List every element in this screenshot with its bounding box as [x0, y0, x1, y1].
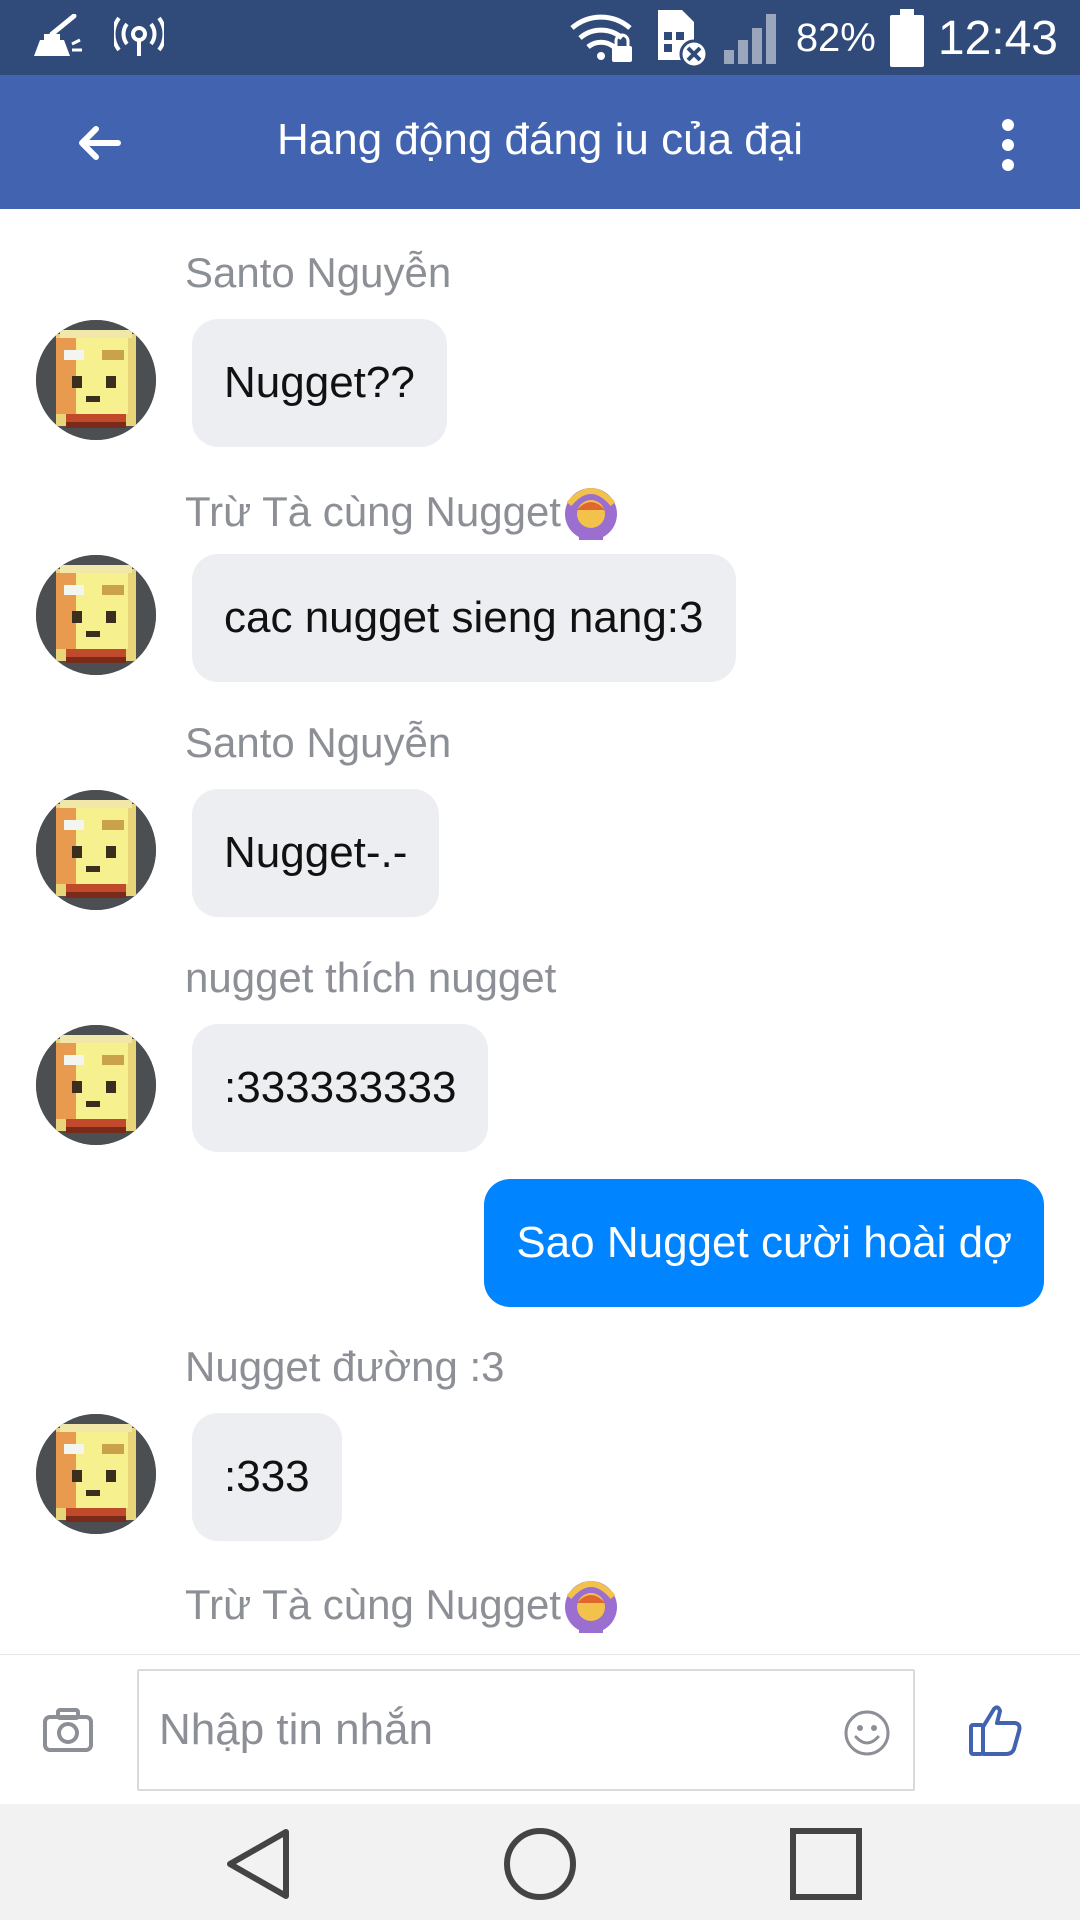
- sender-name: Santo Nguyễn: [185, 249, 452, 296]
- conversation-header: Hang động đáng iu của đại: [0, 75, 1080, 209]
- sender-name: Trừ Tà cùng Nugget: [185, 1577, 619, 1633]
- message-bubble[interactable]: Nugget-.-: [192, 789, 440, 917]
- avatar[interactable]: [36, 320, 156, 440]
- message-composer: Nhập tin nhắn: [0, 1654, 1080, 1804]
- message-group: Trừ Tà cùng Nugget cac nugget sieng nang…: [0, 444, 1080, 682]
- message-group: Nugget đường :3 :333: [0, 1303, 1080, 1541]
- back-arrow-icon[interactable]: [70, 115, 126, 171]
- more-vert-icon[interactable]: [996, 117, 1020, 173]
- message-group: nugget thích nugget :333333333: [0, 914, 1080, 1152]
- sender-name: Santo Nguyễn: [185, 719, 452, 766]
- status-time: 12:43: [937, 11, 1058, 65]
- sender-name: Trừ Tà cùng Nugget: [185, 484, 619, 540]
- message-bubble[interactable]: Nugget??: [192, 319, 447, 447]
- message-group: Santo Nguyễn Nugget??: [0, 209, 1080, 447]
- message-bubble[interactable]: cac nugget sieng nang:3: [192, 554, 736, 682]
- avatar[interactable]: [36, 555, 156, 675]
- woman-gesturing-ok-icon: [563, 1577, 619, 1633]
- recents-square-icon[interactable]: [786, 1826, 866, 1902]
- hotspot-icon: [114, 16, 164, 56]
- woman-gesturing-ok-icon: [563, 484, 619, 540]
- message-bubble[interactable]: :333333333: [192, 1024, 489, 1152]
- message-input[interactable]: Nhập tin nhắn: [137, 1669, 915, 1791]
- message-input-placeholder: Nhập tin nhắn: [159, 1705, 433, 1754]
- message-list[interactable]: Santo Nguyễn Nugget?? Trừ Tà cùng Nugget…: [0, 209, 1080, 1654]
- signal-icon: [723, 14, 776, 64]
- smiley-icon[interactable]: [843, 1709, 891, 1757]
- thumbs-up-icon[interactable]: [968, 1703, 1024, 1757]
- message-group: Trừ Tà cùng Nugget: [0, 1537, 1080, 1654]
- message-group-outgoing: Sao Nugget cười hoài dợ: [0, 1179, 1080, 1319]
- back-triangle-icon[interactable]: [220, 1826, 300, 1902]
- conversation-title: Hang động đáng iu của đại: [277, 115, 803, 164]
- avatar[interactable]: [36, 790, 156, 910]
- avatar[interactable]: [36, 1414, 156, 1534]
- wifi-lock-icon: [570, 14, 632, 62]
- sender-name: Nugget đường :3: [185, 1343, 505, 1390]
- battery-percent: 82%: [795, 15, 876, 60]
- camera-icon[interactable]: [42, 1707, 94, 1753]
- status-bar: 82% 12:43: [0, 0, 1080, 75]
- message-group: Santo Nguyễn Nugget-.-: [0, 679, 1080, 917]
- message-bubble-outgoing[interactable]: Sao Nugget cười hoài dợ: [484, 1179, 1044, 1307]
- battery-icon: [889, 9, 924, 67]
- avatar[interactable]: [36, 1025, 156, 1145]
- system-nav-bar: [0, 1804, 1080, 1920]
- home-circle-icon[interactable]: [500, 1826, 580, 1902]
- sender-name: nugget thích nugget: [185, 954, 557, 1001]
- cleaner-icon: [34, 14, 82, 56]
- message-bubble[interactable]: :333: [192, 1413, 342, 1541]
- sim-error-icon: [657, 10, 708, 68]
